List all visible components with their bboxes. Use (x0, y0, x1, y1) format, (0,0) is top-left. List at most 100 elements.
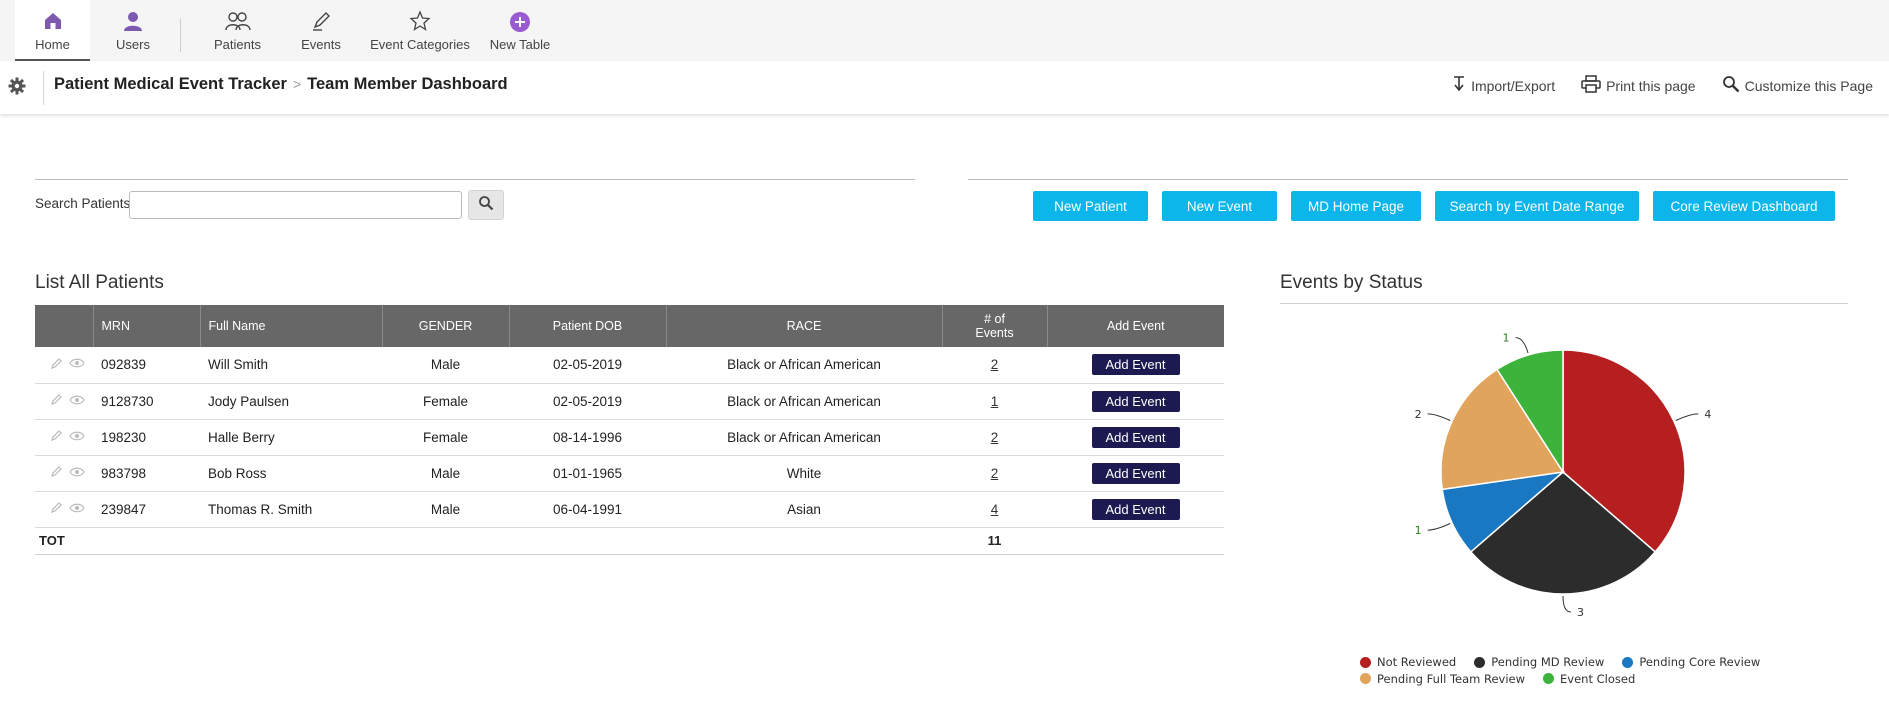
legend-label: Pending Full Team Review (1377, 671, 1526, 686)
gender-cell: Female (382, 419, 509, 456)
nav-events[interactable]: Events (290, 0, 352, 61)
legend-item[interactable]: Pending Core Review (1622, 654, 1760, 670)
md-home-page-button[interactable]: MD Home Page (1291, 191, 1421, 221)
nav-divider (180, 18, 181, 52)
dob-header[interactable]: Patient DOB (509, 305, 667, 347)
legend-label: Not Reviewed (1377, 655, 1457, 669)
nav-new-table[interactable]: New Table (485, 0, 555, 61)
nav-users[interactable]: Users (100, 0, 166, 61)
events-count-link[interactable]: 1 (991, 394, 999, 409)
add-event-button[interactable]: Add Event (1091, 390, 1180, 412)
table-row: 239847 Thomas R. Smith Male 06-04-1991 A… (35, 491, 1224, 528)
edit-icon[interactable] (50, 429, 63, 445)
pie-label-leader (1427, 413, 1451, 421)
legend-label: Pending Core Review (1639, 655, 1761, 669)
page-title: Team Member Dashboard (307, 75, 508, 93)
view-icon[interactable] (69, 502, 85, 517)
gear-icon[interactable] (8, 77, 26, 95)
legend-swatch (1360, 656, 1371, 668)
legend-item[interactable]: Event Closed (1543, 671, 1635, 687)
nav-patients[interactable]: Patients (205, 0, 270, 61)
table-row: 092839 Will Smith Male 02-05-2019 Black … (35, 347, 1224, 384)
add-event-header: Add Event (1047, 305, 1224, 347)
search-icon (478, 195, 494, 216)
new-patient-button[interactable]: New Patient (1033, 191, 1148, 221)
view-icon[interactable] (69, 394, 85, 409)
nav-home[interactable]: Home (15, 0, 90, 61)
dob-cell: 01-01-1965 (509, 455, 666, 492)
view-icon[interactable] (69, 357, 85, 372)
pie-label-leader (1515, 337, 1529, 354)
core-review-dashboard-button[interactable]: Core Review Dashboard (1653, 191, 1835, 221)
table-row: 9128730 Jody Paulsen Female 02-05-2019 B… (35, 383, 1224, 420)
pie-data-label: 4 (1704, 408, 1711, 421)
search-input[interactable] (129, 191, 462, 219)
table-row: 983798 Bob Ross Male 01-01-1965 White 2 … (35, 455, 1224, 492)
search-button[interactable] (468, 190, 504, 220)
full-name-cell: Will Smith (200, 347, 382, 384)
legend-swatch (1543, 673, 1555, 684)
add-event-button[interactable]: Add Event (1091, 498, 1180, 520)
mrn-cell: 239847 (93, 491, 200, 528)
new-event-button[interactable]: New Event (1162, 191, 1277, 221)
header-actions: Import/Export Print this page Customize … (1452, 75, 1873, 96)
import-export-link[interactable]: Import/Export (1452, 75, 1555, 96)
dob-cell: 06-04-1991 (509, 491, 666, 528)
legend-swatch (1622, 656, 1634, 668)
gender-cell: Male (382, 491, 509, 528)
breadcrumb-app-title[interactable]: Patient Medical Event Tracker (54, 75, 287, 93)
edit-icon[interactable] (50, 501, 63, 517)
printer-icon (1581, 75, 1601, 96)
edit-icon[interactable] (50, 357, 63, 373)
row-actions-header (35, 305, 94, 347)
view-icon[interactable] (69, 466, 85, 481)
events-count-link[interactable]: 2 (991, 466, 999, 481)
legend-item[interactable]: Pending MD Review (1474, 654, 1604, 670)
right-divider (968, 179, 1848, 180)
customize-page-link[interactable]: Customize this Page (1722, 75, 1873, 96)
pie-label-leader (1562, 595, 1572, 613)
patients-section-title: List All Patients (35, 272, 164, 293)
table-row: 198230 Halle Berry Female 08-14-1996 Bla… (35, 419, 1224, 456)
dob-cell: 08-14-1996 (509, 419, 666, 456)
mrn-cell: 983798 (93, 455, 200, 492)
mrn-cell: 198230 (93, 419, 200, 456)
pie-data-label: 3 (1577, 606, 1584, 619)
add-event-button[interactable]: Add Event (1091, 462, 1180, 484)
race-cell: Black or African American (666, 383, 942, 420)
magnifier-icon (1722, 75, 1740, 96)
mrn-header[interactable]: MRN (93, 305, 201, 347)
full-name-cell: Halle Berry (200, 419, 382, 456)
legend-swatch (1474, 656, 1486, 668)
mrn-cell: 9128730 (93, 383, 200, 420)
events-count-link[interactable]: 2 (991, 357, 999, 372)
mrn-cell: 092839 (93, 347, 200, 384)
pie-data-label: 1 (1415, 524, 1422, 537)
race-cell: White (666, 455, 942, 492)
full-name-cell: Thomas R. Smith (200, 491, 382, 528)
events-count-link[interactable]: 2 (991, 430, 999, 445)
race-cell: Black or African American (666, 419, 942, 456)
events-count-header[interactable]: # of Events (942, 305, 1048, 347)
chart-title: Events by Status (1280, 272, 1423, 293)
view-icon[interactable] (69, 430, 85, 445)
add-event-button[interactable]: Add Event (1091, 354, 1180, 376)
events-count-link[interactable]: 4 (991, 502, 999, 517)
print-page-link[interactable]: Print this page (1581, 75, 1696, 96)
totals-row: TOT 11 (35, 527, 1224, 555)
search-label: Search Patients (35, 196, 131, 211)
legend-item[interactable]: Pending Full Team Review (1360, 671, 1525, 687)
search-by-event-date-range-button[interactable]: Search by Event Date Range (1435, 191, 1639, 221)
race-cell: Asian (666, 491, 942, 528)
edit-icon[interactable] (50, 465, 63, 481)
legend-item[interactable]: Not Reviewed (1360, 654, 1456, 670)
race-header[interactable]: RACE (666, 305, 943, 347)
full-name-header[interactable]: Full Name (200, 305, 383, 347)
chart-legend: Not Reviewed Pending MD Review Pending Cor… (1360, 654, 1800, 687)
full-name-cell: Bob Ross (200, 455, 382, 492)
pie-data-label: 2 (1415, 408, 1422, 421)
add-event-button[interactable]: Add Event (1091, 426, 1180, 448)
edit-icon[interactable] (50, 393, 63, 409)
nav-event-categories[interactable]: Event Categories (370, 0, 470, 61)
gender-header[interactable]: GENDER (382, 305, 510, 347)
